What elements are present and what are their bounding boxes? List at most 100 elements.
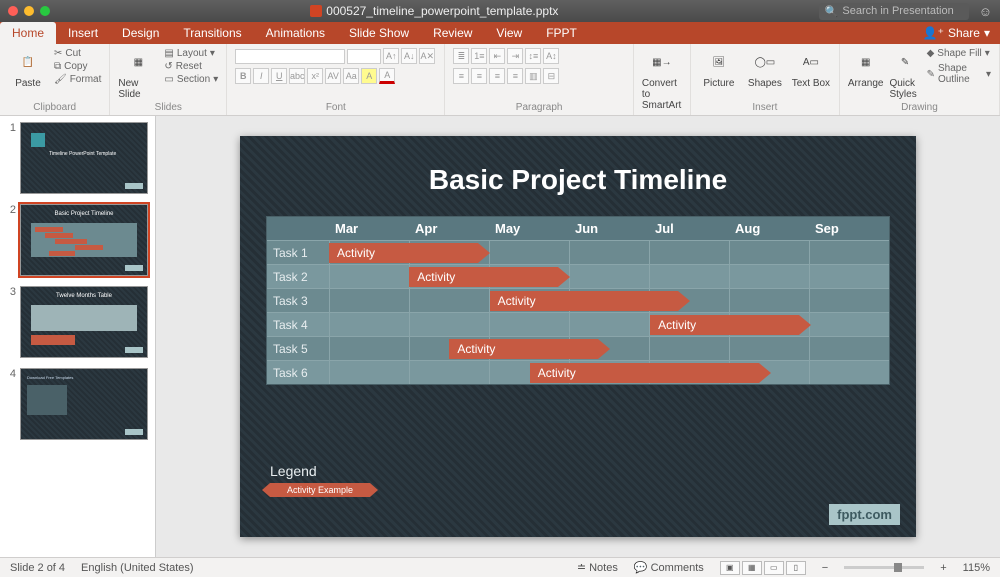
share-button[interactable]: 👤⁺Share ▾	[913, 22, 1000, 44]
convert-smartart-button[interactable]: ▦→Convert to SmartArt	[642, 48, 682, 111]
zoom-out-button[interactable]: −	[822, 562, 828, 574]
align-right-button[interactable]: ≡	[489, 68, 505, 84]
tab-insert[interactable]: Insert	[56, 22, 110, 44]
font-color-button[interactable]: A	[379, 68, 395, 84]
gantt-row: Task 4Activity	[267, 312, 889, 336]
justify-button[interactable]: ≡	[507, 68, 523, 84]
numbering-button[interactable]: 1≡	[471, 48, 487, 64]
thumb-4[interactable]: 4 Download Free Templates	[6, 368, 149, 440]
reading-view-icon[interactable]: ▭	[764, 561, 784, 575]
indent-left-button[interactable]: ⇤	[489, 48, 505, 64]
group-font: A↑ A↓ A✕ B I U abc x² AV Aa A A Font	[227, 44, 445, 115]
activity-bar[interactable]: Activity	[530, 363, 759, 383]
shape-outline-icon: ✎	[927, 69, 935, 80]
activity-bar[interactable]: Activity	[490, 291, 679, 311]
tab-transitions[interactable]: Transitions	[171, 22, 253, 44]
section-button[interactable]: ▭Section ▾	[164, 74, 218, 85]
quick-styles-button[interactable]: ✎Quick Styles	[889, 48, 920, 100]
notes-button[interactable]: ≐ Notes	[577, 561, 618, 574]
indent-right-button[interactable]: ⇥	[507, 48, 523, 64]
gantt-chart[interactable]: Mar Apr May Jun Jul Aug Sep Task 1Activi…	[266, 216, 890, 385]
textbox-button[interactable]: A▭Text Box	[791, 48, 831, 89]
activity-bar[interactable]: Activity	[650, 315, 799, 335]
group-insert: 🖼Picture ◯▭Shapes A▭Text Box Insert	[691, 44, 840, 115]
strike-button[interactable]: abc	[289, 68, 305, 84]
thumb-1[interactable]: 1 Timeline PowerPoint Template	[6, 122, 149, 194]
copy-button[interactable]: ⧉Copy	[54, 61, 101, 72]
tab-review[interactable]: Review	[421, 22, 484, 44]
format-button[interactable]: 🖌Format	[54, 74, 101, 85]
align-left-button[interactable]: ≡	[453, 68, 469, 84]
tab-view[interactable]: View	[484, 22, 534, 44]
zoom-slider[interactable]	[844, 566, 924, 569]
tab-animations[interactable]: Animations	[254, 22, 337, 44]
tab-home[interactable]: Home	[0, 22, 56, 44]
align-center-button[interactable]: ≡	[471, 68, 487, 84]
tab-design[interactable]: Design	[110, 22, 171, 44]
slide-canvas[interactable]: Basic Project Timeline Mar Apr May Jun J…	[156, 116, 1000, 557]
thumb-3[interactable]: 3 Twelve Months Table	[6, 286, 149, 358]
close-icon[interactable]	[8, 6, 18, 16]
bold-button[interactable]: B	[235, 68, 251, 84]
format-icon: 🖌	[54, 74, 67, 85]
feedback-icon[interactable]: ☺	[979, 4, 992, 19]
window-titlebar: 000527_timeline_powerpoint_template.pptx…	[0, 0, 1000, 22]
reset-button[interactable]: ↺Reset	[164, 61, 218, 72]
normal-view-icon[interactable]: ▣	[720, 561, 740, 575]
highlight-button[interactable]: A	[361, 68, 377, 84]
activity-bar[interactable]: Activity	[449, 339, 598, 359]
task-label: Task 3	[267, 294, 329, 308]
arrange-icon: ▦	[852, 48, 880, 76]
font-size-select[interactable]	[347, 49, 381, 64]
shape-fill-button[interactable]: ◆Shape Fill ▾	[927, 48, 991, 59]
paste-button[interactable]: 📋Paste	[8, 48, 48, 89]
increase-font-button[interactable]: A↑	[383, 48, 399, 64]
shape-outline-button[interactable]: ✎Shape Outline ▾	[927, 63, 991, 85]
layout-button[interactable]: ▤Layout ▾	[164, 48, 218, 59]
month-label: Aug	[729, 217, 809, 240]
task-label: Task 6	[267, 366, 329, 380]
font-family-select[interactable]	[235, 49, 345, 64]
shapes-button[interactable]: ◯▭Shapes	[745, 48, 785, 89]
slide-title[interactable]: Basic Project Timeline	[240, 136, 916, 196]
activity-bar[interactable]: Activity	[329, 243, 478, 263]
zoom-in-button[interactable]: +	[940, 562, 946, 574]
view-buttons: ▣ ▦ ▭ ▯	[720, 561, 806, 575]
group-smartart: ▦→Convert to SmartArt	[634, 44, 691, 115]
tab-fppt[interactable]: FPPT	[534, 22, 589, 44]
decrease-font-button[interactable]: A↓	[401, 48, 417, 64]
share-icon: 👤⁺	[923, 26, 944, 40]
comments-button[interactable]: 💬 Comments	[634, 561, 704, 574]
task-label: Task 2	[267, 270, 329, 284]
new-slide-button[interactable]: ▦New Slide	[118, 48, 158, 100]
picture-button[interactable]: 🖼Picture	[699, 48, 739, 89]
text-direction-button[interactable]: A↕	[543, 48, 559, 64]
activity-bar[interactable]: Activity	[409, 267, 558, 287]
maximize-icon[interactable]	[40, 6, 50, 16]
minimize-icon[interactable]	[24, 6, 34, 16]
month-label: Apr	[409, 217, 489, 240]
cut-button[interactable]: ✂Cut	[54, 48, 101, 59]
underline-button[interactable]: U	[271, 68, 287, 84]
slideshow-view-icon[interactable]: ▯	[786, 561, 806, 575]
search-input[interactable]: 🔍 Search in Presentation	[819, 3, 969, 20]
gantt-row: Task 3 Activity	[267, 288, 889, 312]
clear-format-button[interactable]: A✕	[419, 48, 435, 64]
layout-icon: ▤	[164, 48, 173, 59]
italic-button[interactable]: I	[253, 68, 269, 84]
subscript-button[interactable]: x²	[307, 68, 323, 84]
columns-button[interactable]: ▥	[525, 68, 541, 84]
align-text-button[interactable]: ⊟	[543, 68, 559, 84]
arrange-button[interactable]: ▦Arrange	[848, 48, 884, 89]
thumb-2[interactable]: 2 Basic Project Timeline	[6, 204, 149, 276]
sorter-view-icon[interactable]: ▦	[742, 561, 762, 575]
bullets-button[interactable]: ≣	[453, 48, 469, 64]
zoom-level[interactable]: 115%	[963, 562, 990, 574]
tab-slideshow[interactable]: Slide Show	[337, 22, 421, 44]
char-spacing-button[interactable]: AV	[325, 68, 341, 84]
language-label[interactable]: English (United States)	[81, 562, 194, 574]
line-spacing-button[interactable]: ↕≡	[525, 48, 541, 64]
change-case-button[interactable]: Aa	[343, 68, 359, 84]
slide-thumbnails: 1 Timeline PowerPoint Template 2 Basic P…	[0, 116, 156, 557]
status-bar: Slide 2 of 4 English (United States) ≐ N…	[0, 557, 1000, 577]
